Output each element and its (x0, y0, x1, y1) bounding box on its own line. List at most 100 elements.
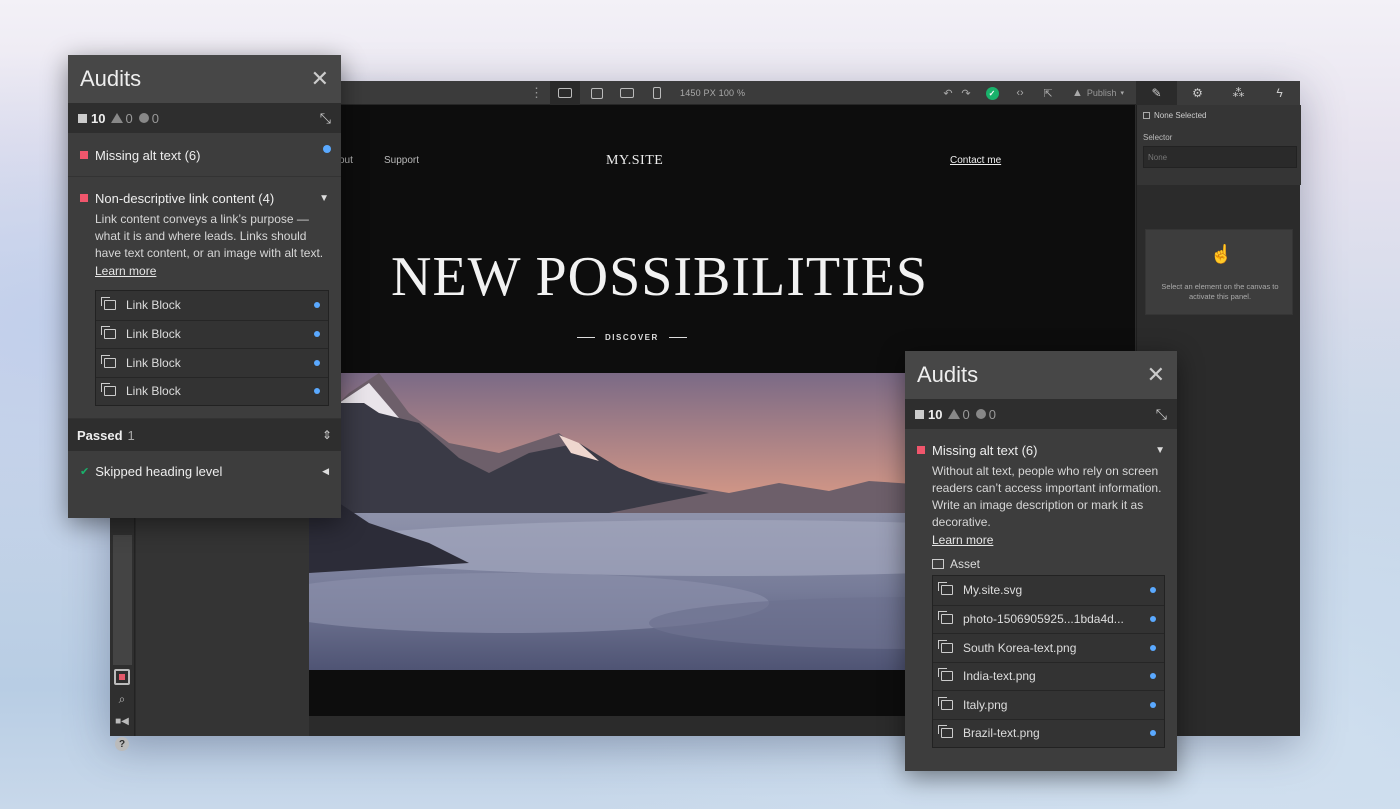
landscape-breakpoint-button[interactable] (612, 81, 642, 105)
audit-tool-button[interactable] (114, 669, 130, 685)
list-item-label: Link Block (126, 384, 181, 399)
tab-style[interactable]: ✎ (1136, 81, 1177, 105)
tab-interactions[interactable]: ϟ (1259, 81, 1300, 105)
link-block-icon (101, 326, 116, 340)
learn-more-link[interactable]: Learn more (905, 531, 1177, 547)
collapse-all-icon[interactable]: ⤡ (1156, 406, 1167, 423)
right-panel-tabs: ✎ ⚙ ⁂ ϟ (1136, 81, 1300, 105)
redo-button[interactable]: ↷ (958, 81, 974, 105)
check-icon: ✓ (985, 86, 999, 100)
code-icon: ‹› (1016, 87, 1024, 99)
error-count-icon (78, 113, 87, 123)
passed-label: Passed (77, 427, 123, 443)
list-item-label: Italy.png (963, 697, 1008, 712)
phone-breakpoint-button[interactable] (642, 81, 672, 105)
video-icon[interactable]: ■◀ (114, 713, 130, 729)
site-logo[interactable]: MY.SITE (606, 153, 663, 169)
hero-title[interactable]: NEW POSSIBILITIES (391, 245, 928, 309)
image-icon (938, 611, 953, 625)
status-dot (1150, 701, 1156, 708)
list-item[interactable]: India-text.png (933, 661, 1164, 691)
list-item[interactable]: Link Block (96, 376, 328, 406)
selector-input[interactable]: None (1143, 146, 1297, 168)
cursor-pin-icon (323, 145, 331, 153)
selection-status: None Selected (1143, 111, 1206, 120)
issue-description: Without alt text, people who rely on scr… (932, 464, 1162, 529)
passed-item[interactable]: ✔ Skipped heading level ◀ (68, 451, 341, 491)
chevron-down-icon: ▾ (1120, 90, 1124, 97)
expand-collapse-icon: ⇕ (321, 428, 332, 442)
image-icon (938, 668, 953, 682)
help-icon[interactable]: ? (115, 737, 129, 751)
warning-count-icon (111, 113, 124, 123)
list-item[interactable]: Link Block (96, 348, 328, 377)
warning-count: 0 (125, 110, 133, 126)
status-dot (314, 359, 320, 366)
list-item[interactable]: photo-1506905925...1bda4d... (933, 604, 1164, 634)
status-dot (1150, 644, 1156, 651)
bolt-icon: ϟ (1276, 86, 1283, 100)
list-item-label: Link Block (126, 298, 181, 313)
desktop-breakpoint-button[interactable] (550, 81, 580, 105)
site-nav-about[interactable]: out (339, 155, 353, 166)
list-item[interactable]: South Korea-text.png (933, 633, 1164, 662)
status-dot (1150, 587, 1156, 594)
passed-section-header[interactable]: Passed 1 ⇕ (68, 419, 341, 451)
list-item[interactable]: Italy.png (933, 690, 1164, 719)
publish-button[interactable]: ▲ Publish ▾ (1066, 81, 1130, 105)
tablet-icon (591, 87, 603, 99)
rocket-icon: ▲ (1072, 87, 1083, 99)
export-icon: ⇱ (1043, 87, 1053, 100)
issue-item-list: Link Block Link Block Link Block Link Bl… (95, 290, 329, 406)
code-button[interactable]: ‹› (1008, 81, 1032, 105)
site-contact-link[interactable]: Contact me (950, 155, 1001, 166)
status-dot (314, 331, 320, 338)
redo-icon: ↷ (961, 87, 971, 100)
tab-settings[interactable]: ⚙ (1177, 81, 1218, 105)
list-item[interactable]: Link Block (96, 319, 328, 349)
search-icon[interactable]: ⌕ (114, 691, 130, 707)
info-count-icon (975, 409, 986, 419)
list-item[interactable]: My.site.svg (933, 576, 1164, 605)
tablet-breakpoint-button[interactable] (582, 81, 612, 105)
issue-missing-alt-expanded: Missing alt text (6) ▼ Without alt text,… (905, 429, 1177, 748)
link-block-icon (101, 297, 116, 311)
discover-link[interactable]: DISCOVER (577, 333, 687, 342)
more-menu-icon[interactable]: ⋮ (530, 85, 543, 101)
status-dot (314, 388, 320, 395)
collapse-all-icon[interactable]: ⤡ (320, 110, 331, 127)
empty-panel-card: ☝ Select an element on the canvas to act… (1145, 229, 1293, 315)
drops-icon: ⁂ (1232, 86, 1245, 100)
info-count: 0 (988, 406, 996, 422)
image-icon (938, 639, 953, 653)
list-item-label: photo-1506905925...1bda4d... (963, 612, 1124, 627)
issue-missing-alt[interactable]: Missing alt text (6) (68, 133, 341, 177)
error-marker-icon (80, 151, 88, 159)
audit-status-button[interactable]: ✓ (982, 81, 1002, 105)
list-item-label: My.site.svg (963, 583, 1023, 598)
issue-title: Missing alt text (6) (95, 147, 201, 163)
list-item-label: Link Block (126, 327, 181, 342)
undo-icon: ↶ (943, 87, 953, 100)
status-dot (1150, 730, 1156, 737)
info-count-icon (138, 113, 149, 123)
undo-button[interactable]: ↶ (940, 81, 956, 105)
publish-label: Publish (1086, 88, 1117, 98)
close-icon[interactable]: ✕ (1147, 364, 1165, 386)
tab-style-manager[interactable]: ⁂ (1218, 81, 1259, 105)
close-icon[interactable]: ✕ (311, 68, 329, 90)
export-button[interactable]: ⇱ (1038, 81, 1058, 105)
image-icon (938, 696, 953, 710)
audit-summary: 10 0 0 ⤡ (68, 103, 341, 133)
list-item[interactable]: Brazil-text.png (933, 718, 1164, 748)
site-nav-support[interactable]: Support (384, 155, 419, 166)
error-count-icon (915, 409, 924, 419)
discover-rule-right (668, 337, 687, 338)
asset-group-label: Asset (905, 547, 1177, 575)
learn-more-link[interactable]: Learn more (68, 262, 341, 278)
pointer-hand-icon: ☝ (1210, 244, 1233, 264)
image-icon (938, 582, 953, 596)
selection-checkbox-icon (1143, 112, 1150, 119)
error-count: 10 (928, 406, 943, 422)
list-item[interactable]: Link Block (96, 291, 328, 320)
